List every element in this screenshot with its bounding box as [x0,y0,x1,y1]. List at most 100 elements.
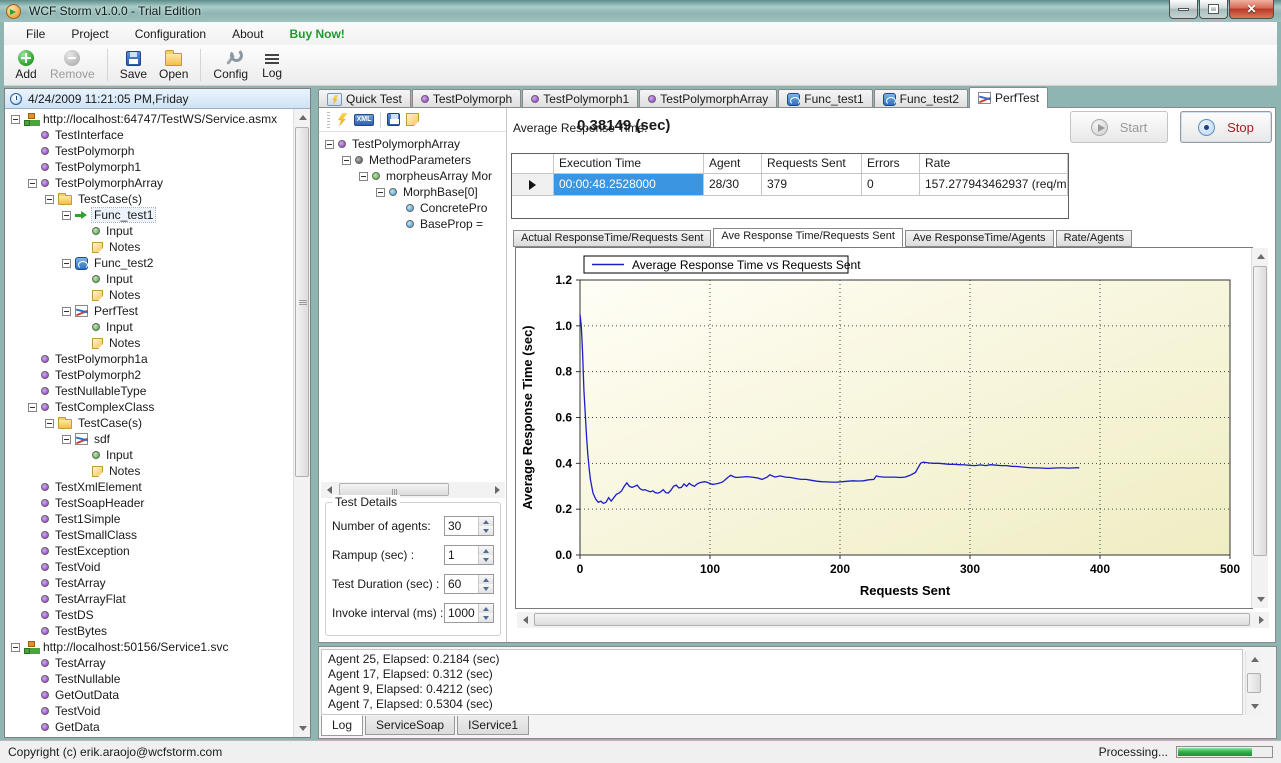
numeric-stepper[interactable]: 30 [444,516,494,536]
tree-item[interactable]: GetData [5,719,293,735]
tab-perftest[interactable]: PerfTest [969,87,1048,108]
invoke-lightning-icon[interactable] [336,113,348,127]
tree-item[interactable]: TestCase(s) [5,191,293,207]
stepper-up-icon[interactable] [479,517,493,526]
scroll-down-icon[interactable] [1252,591,1269,608]
tree-item[interactable]: http://localhost:64747/TestWS/Service.as… [5,111,293,127]
tree-item[interactable]: TestPolymorph [5,143,293,159]
tree-expander-icon[interactable] [62,211,71,220]
grid-column-header[interactable]: Execution Time [554,154,704,174]
tree-item[interactable]: TestException [5,543,293,559]
tree-expander-icon[interactable] [325,140,334,149]
stepper-down-icon[interactable] [479,526,493,535]
tab-testpolymorph1[interactable]: TestPolymorph1 [522,89,638,108]
stepper-value[interactable]: 1 [445,546,478,564]
tree-item[interactable]: Test1Simple [5,511,293,527]
scroll-down-icon[interactable] [1246,698,1263,715]
stepper-up-icon[interactable] [479,546,493,555]
grid-column-header[interactable]: Rate [920,154,1068,174]
log-tab-servicesoap[interactable]: ServiceSoap [365,716,455,735]
save-request-icon[interactable] [387,113,400,126]
menu-configuration[interactable]: Configuration [123,24,218,44]
log-scrollbar[interactable] [1245,651,1262,715]
close-button[interactable]: ✕ [1229,0,1274,19]
tree-item[interactable]: http://localhost:50156/Service1.svc [5,639,293,655]
tree-expander-icon[interactable] [359,172,368,181]
tree-expander-icon[interactable] [11,643,20,652]
tree-item[interactable]: TestArray [5,575,293,591]
tree-item[interactable]: TestDS [5,607,293,623]
tree-item[interactable]: TestSoapHeader [5,495,293,511]
log-button[interactable]: Log [254,47,290,84]
tree-item[interactable]: PerfTest [5,303,293,319]
tree-item[interactable]: TestSmallClass [5,527,293,543]
chart-tab[interactable]: Rate/Agents [1056,230,1133,247]
tree-item[interactable]: TestCase(s) [5,415,293,431]
stepper-value[interactable]: 30 [445,517,478,535]
scroll-right-icon[interactable] [489,482,505,498]
tab-quick-test[interactable]: Quick Test [318,89,411,108]
menu-project[interactable]: Project [59,24,120,44]
tree-item[interactable]: TestPolymorphArray [5,175,293,191]
tree-item[interactable]: BaseProp = [319,216,506,232]
tree-item[interactable]: ConcretePro [319,200,506,216]
menu-file[interactable]: File [14,24,57,44]
numeric-stepper[interactable]: 1 [444,545,494,565]
stepper-value[interactable]: 60 [445,575,478,593]
grid-row-selector[interactable] [512,174,554,196]
tree-item[interactable]: TestPolymorphArray [319,136,506,152]
start-button[interactable]: Start [1070,111,1168,143]
minimize-button[interactable] [1169,0,1198,19]
tree-item[interactable]: morpheusArray Mor [319,168,506,184]
scroll-thumb[interactable] [1253,266,1267,556]
tree-item[interactable]: TestVoid [5,559,293,575]
tree-item[interactable]: Notes [5,463,293,479]
tree-expander-icon[interactable] [62,307,71,316]
restore-button[interactable] [1199,0,1228,19]
tree-item[interactable]: TestInterface [5,127,293,143]
menu-buy-now[interactable]: Buy Now! [277,24,356,44]
numeric-stepper[interactable]: 1000 [444,603,494,623]
scroll-left-icon[interactable] [517,612,533,628]
tree-item[interactable]: Input [5,319,293,335]
tree-expander-icon[interactable] [45,195,54,204]
grid-cell[interactable]: 157.277943462937 (req/min) [920,174,1068,196]
scroll-right-icon[interactable] [1253,612,1269,628]
tab-testpolymorph[interactable]: TestPolymorph [412,89,521,108]
tree-item[interactable]: TestArray [5,655,293,671]
tree-item[interactable]: Input [5,223,293,239]
tree-expander-icon[interactable] [62,259,71,268]
chart-tab[interactable]: Ave Response Time/Requests Sent [713,228,902,247]
scroll-thumb[interactable] [295,127,309,477]
tree-expander-icon[interactable] [376,188,385,197]
tab-func-test1[interactable]: Func_test1 [778,89,872,108]
grid-column-header[interactable]: Agent [704,154,762,174]
stepper-up-icon[interactable] [479,575,493,584]
stepper-down-icon[interactable] [479,584,493,593]
grid-cell[interactable]: 28/30 [704,174,762,196]
tree-item[interactable]: Notes [5,287,293,303]
tree-item[interactable]: TestPolymorph2 [5,367,293,383]
grid-cell[interactable]: 0 [862,174,920,196]
tree-item[interactable]: Input [5,271,293,287]
tree-item[interactable]: TestPolymorph1a [5,351,293,367]
tab-testpolymorpharray[interactable]: TestPolymorphArray [639,89,777,108]
tree-item[interactable]: TestPolymorph1 [5,159,293,175]
tree-item[interactable]: Func_test1 [5,207,293,223]
tree-item[interactable]: sdf [5,431,293,447]
scroll-thumb[interactable] [1247,673,1261,693]
scroll-thumb[interactable] [534,613,1250,626]
stepper-down-icon[interactable] [479,613,493,622]
stop-button[interactable]: Stop [1180,111,1272,143]
tree-expander-icon[interactable] [45,419,54,428]
xml-view-icon[interactable]: XML [354,114,374,126]
stepper-up-icon[interactable] [479,604,493,613]
tree-expander-icon[interactable] [62,435,71,444]
tree-expander-icon[interactable] [28,179,37,188]
open-button[interactable]: Open [153,47,194,84]
explorer-scrollbar[interactable] [293,109,310,737]
add-button[interactable]: Add [8,47,44,84]
scroll-down-icon[interactable] [294,720,311,737]
tree-item[interactable]: MethodParameters [319,152,506,168]
config-button[interactable]: Config [207,47,254,84]
